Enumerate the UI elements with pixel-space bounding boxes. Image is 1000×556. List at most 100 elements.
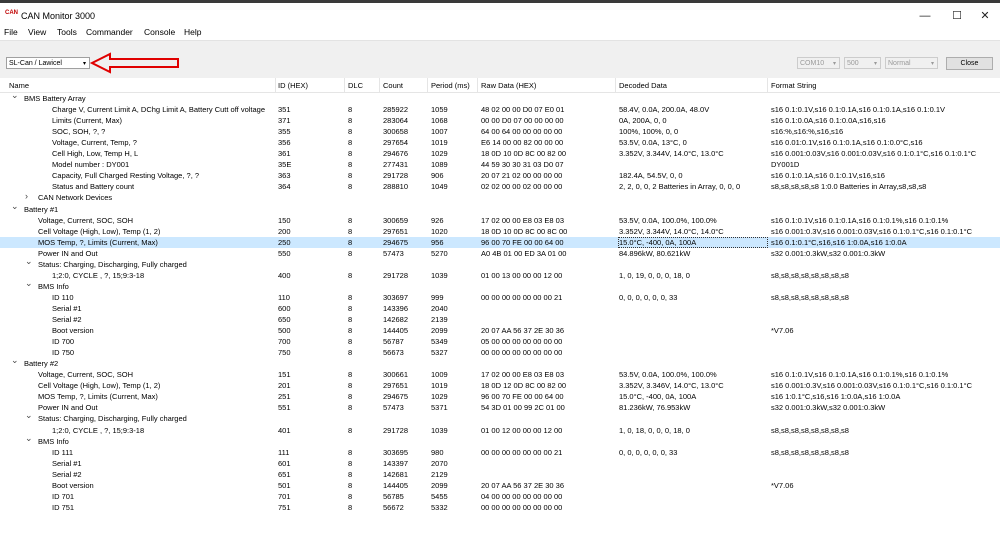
chevron-down-icon: ▾ [930,61,934,67]
table-row[interactable]: Cell High, Low, Temp H, L 361 8 294676 1029 1… [0,148,1000,159]
row-name: Boot version [52,326,94,336]
column-header-id[interactable]: ID (HEX) [278,81,308,90]
table-row[interactable]: Cell Voltage (High, Low), Temp (1, 2) 200… [0,226,1000,237]
cell-period: 2139 [431,315,448,324]
chevron-down-icon[interactable]: ⌄ [11,355,19,366]
table-row[interactable]: ID 701 701 8 56785 5455 04 00 00 00 00 00 00 … [0,491,1000,502]
table-row[interactable]: MOS Temp, ?, Limits (Current, Max) 251 8 29… [0,391,1000,402]
table-row[interactable]: ID 750 750 8 56673 5327 00 00 00 00 00 00 00 … [0,347,1000,358]
tree-group-row[interactable]: ⌄ Battery #2 [0,355,1000,369]
tree-group-row[interactable]: ⌄ BMS Info [0,433,1000,447]
tree-group-row[interactable]: ⌄ Status: Charging, Discharging, Fully ch… [0,410,1000,424]
cell-raw: 01 00 13 00 00 00 12 00 [481,270,563,280]
chevron-down-icon[interactable]: ⌄ [11,93,19,101]
table-row[interactable]: Voltage, Current, Temp, ? 356 8 297654 1019 E… [0,137,1000,148]
column-divider[interactable] [344,78,345,92]
app-logo-icon: CAN [5,10,18,16]
port-select[interactable]: COM10 ▾ [797,57,840,69]
table-row[interactable]: SOC, SOH, ?, ? 355 8 300658 1007 64 00 64 00 … [0,126,1000,137]
cell-raw: 54 3D 01 00 99 2C 01 00 [481,403,565,413]
window-close-button[interactable]: ✕ [970,8,1000,24]
maximize-button[interactable]: ☐ [942,8,972,24]
cell-count: 57473 [383,403,404,413]
cell-id: 551 [278,403,291,413]
menu-commander[interactable]: Commander [86,27,133,37]
table-row[interactable]: 1;2:0, CYCLE , ?, 15;9:3-18 400 8 291728 103… [0,270,1000,281]
table-row[interactable]: Boot version 501 8 144405 2099 20 07 AA 56 37… [0,480,1000,491]
column-divider[interactable] [427,78,428,92]
chevron-down-icon[interactable]: ⌄ [11,201,19,212]
row-name: Boot version [52,480,94,490]
cell-id: 361 [278,149,291,159]
table-row[interactable]: Charge V, Current Limit A, DChg Limit A,… [0,104,1000,115]
column-header-name[interactable]: Name [9,81,29,90]
tree-group-row[interactable]: ⌄ BMS Info [0,278,1000,292]
chevron-down-icon[interactable]: ⌄ [25,256,33,267]
menu-view[interactable]: View [28,27,46,37]
tree-group-row[interactable]: › CAN Network Devices [0,191,1000,203]
cell-decoded: 0, 0, 0, 0, 0, 0, 33 [619,292,678,302]
menu-tools[interactable]: Tools [57,27,77,37]
tree-group-row[interactable]: ⌄ BMS Battery Array [0,93,1000,104]
menu-help[interactable]: Help [184,27,201,37]
table-row[interactable]: Power IN and Out 551 8 57473 5371 54 3D 01 00… [0,402,1000,413]
cell-raw: 00 00 00 00 00 00 00 00 [481,502,563,512]
tree-group-row[interactable]: ⌄ Status: Charging, Discharging, Fully ch… [0,256,1000,270]
cell-id: 111 [278,447,290,457]
table-row[interactable]: Power IN and Out 550 8 57473 5270 A0 4B 01 00… [0,248,1000,259]
cell-decoded: 81.236kW, 76.953kW [619,403,691,413]
table-row[interactable]: 1;2:0, CYCLE , ?, 15;9:3-18 401 8 291728 103… [0,425,1000,436]
column-header-format[interactable]: Format String [771,81,816,90]
mode-select[interactable]: Normal ▾ [885,57,938,69]
column-header-period[interactable]: Period (ms) [431,81,470,90]
table-row[interactable]: Status and Battery count 364 8 288810 1049 02… [0,181,1000,192]
table-row[interactable]: Limits (Current, Max) 371 8 283064 1068 00 00… [0,115,1000,126]
column-header-dlc[interactable]: DLC [348,81,363,90]
row-name: Serial #1 [52,458,82,468]
bitrate-select[interactable]: 500 ▾ [844,57,881,69]
table-row[interactable]: Serial #2 650 8 142682 2139 [0,314,1000,325]
table-row[interactable]: Voltage, Current, SOC, SOH 151 8 300661 1009… [0,369,1000,380]
table-row[interactable]: Cell Voltage (High, Low), Temp (1, 2) 201… [0,380,1000,391]
chevron-right-icon[interactable]: › [25,191,28,201]
column-divider[interactable] [275,78,276,92]
table-row[interactable]: ID 700 700 8 56787 5349 05 00 00 00 00 00 00 … [0,336,1000,347]
table-row[interactable]: Serial #1 600 8 143396 2040 [0,303,1000,314]
table-row[interactable]: Boot version 500 8 144405 2099 20 07 AA 56 37… [0,325,1000,336]
chevron-down-icon[interactable]: ⌄ [25,410,33,421]
table-row[interactable]: ID 111 111 8 303695 980 00 00 00 00 00 00 00 … [0,447,1000,458]
chevron-down-icon[interactable]: ⌄ [25,278,33,289]
table-row[interactable]: Capacity, Full Charged Resting Voltage, … [0,170,1000,181]
table-row[interactable]: Serial #1 601 8 143397 2070 [0,458,1000,469]
column-header-raw[interactable]: Raw Data (HEX) [481,81,536,90]
table-row[interactable]: ID 110 110 8 303697 999 00 00 00 00 00 00 00 … [0,292,1000,303]
cell-raw: 96 00 70 FE 00 00 64 00 [481,237,564,247]
column-divider[interactable] [477,78,478,92]
table-row[interactable]: MOS Temp, ?, Limits (Current, Max) 250 8 29… [0,236,1000,248]
cell-id: 201 [278,381,291,391]
cell-decoded: 100%, 100%, 0, 0 [619,127,679,137]
cell-format: s8,s8,s8,s8,s8,s8,s8,s8 [771,292,849,302]
cell-dlc: 8 [348,248,353,258]
table-row[interactable]: Serial #2 651 8 142681 2129 [0,469,1000,480]
column-header-count[interactable]: Count [383,81,403,90]
cell-period: 5349 [431,337,448,347]
minimize-button[interactable]: — [910,8,940,24]
can-message-tree[interactable]: ⌄ BMS Battery Array Charge V, Current Limi… [0,93,1000,556]
column-divider[interactable] [615,78,616,92]
row-name: Limits (Current, Max) [52,116,123,126]
table-row[interactable]: Model number : DY001 35E 8 277431 1089 44 59 … [0,159,1000,170]
interface-select[interactable]: SL-Can / Lawicel ▾ [6,57,90,69]
column-divider[interactable] [379,78,380,92]
cell-decoded: 0, 0, 0, 0, 0, 0, 33 [619,447,678,457]
column-divider[interactable] [767,78,768,92]
chevron-down-icon[interactable]: ⌄ [25,433,33,444]
menu-console[interactable]: Console [144,27,175,37]
close-button[interactable]: Close [946,57,993,70]
column-header-decoded[interactable]: Decoded Data [619,81,667,90]
table-row[interactable]: ID 751 751 8 56672 5332 00 00 00 00 00 00 00 … [0,502,1000,513]
table-row[interactable]: Voltage, Current, SOC, SOH 150 8 300659 926 1… [0,215,1000,226]
cell-id: 150 [278,215,291,225]
tree-group-row[interactable]: ⌄ Battery #1 [0,201,1000,215]
menu-file[interactable]: File [4,27,18,37]
